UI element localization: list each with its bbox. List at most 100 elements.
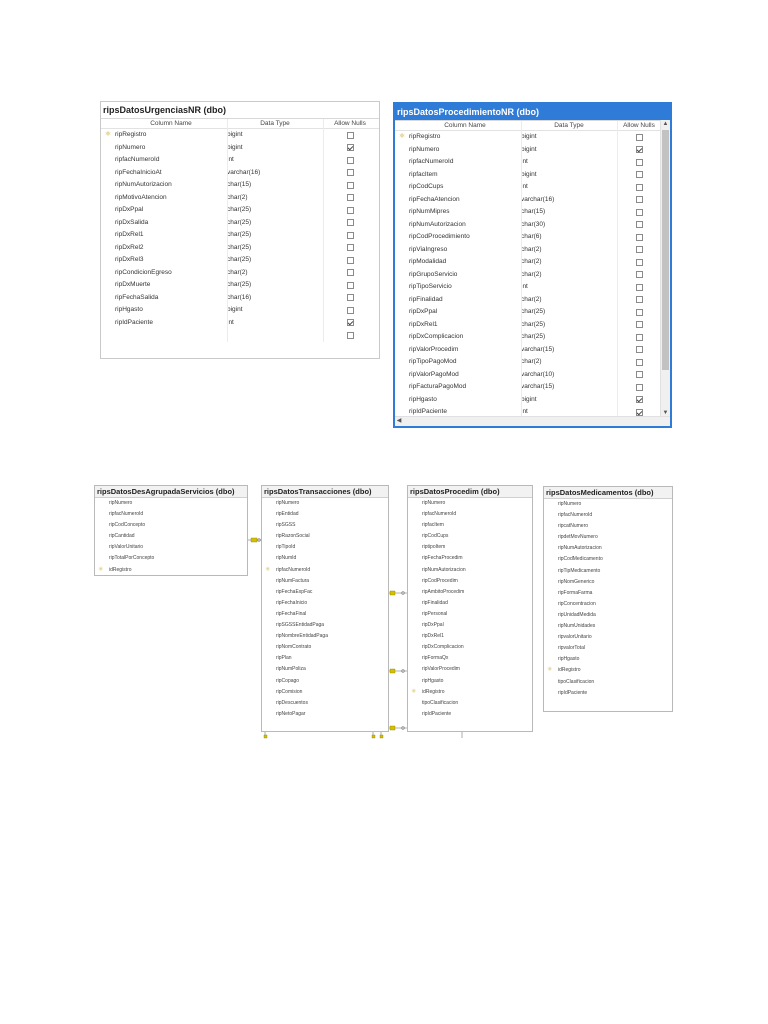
column-name-cell[interactable]: ripHgasto	[115, 304, 227, 317]
list-item[interactable]: ripfacNumeroId	[95, 509, 247, 520]
list-item[interactable]: ripPersonal	[408, 609, 532, 620]
data-type-cell[interactable]: char(2)	[227, 267, 323, 280]
list-item[interactable]: ripCopago	[262, 676, 388, 687]
table-row[interactable]: ripNumAutorizacion char(15)	[101, 179, 379, 192]
table-row[interactable]: ripDxPpal char(25)	[101, 204, 379, 217]
column-name-cell[interactable]: ripIdPaciente	[115, 317, 227, 330]
list-item[interactable]: ripFechaInicio	[262, 598, 388, 609]
checkbox-icon[interactable]	[635, 133, 643, 141]
column-name-cell[interactable]: ripDxRel1	[409, 319, 521, 332]
list-item[interactable]: ripComision	[262, 687, 388, 698]
column-name-cell[interactable]: ripHgasto	[409, 394, 521, 407]
table-row[interactable]: ripFacturaPagoMod varchar(15)	[395, 381, 670, 394]
data-type-cell[interactable]: char(2)	[521, 269, 617, 282]
column-name-cell[interactable]: ripDxRel2	[115, 242, 227, 255]
scrollbar-thumb[interactable]	[662, 130, 669, 370]
checkbox-icon[interactable]	[635, 233, 643, 241]
table-ripsDatosTransacciones[interactable]: ripsDatosTransacciones (dbo) ripNumero ri…	[261, 485, 389, 732]
data-type-cell[interactable]: char(2)	[521, 244, 617, 257]
table-ripsDatosDesAgrupadaServicios[interactable]: ripsDatosDesAgrupadaServicios (dbo) ripN…	[94, 485, 248, 576]
list-item[interactable]: ripIdPaciente	[544, 688, 672, 699]
checkbox-icon[interactable]	[346, 206, 354, 214]
table-row[interactable]: ripFechaInicioAt varchar(16)	[101, 167, 379, 180]
table-row[interactable]: ripCodProcedimiento char(6)	[395, 231, 670, 244]
column-name-cell[interactable]: ripCodCups	[409, 181, 521, 194]
column-name-cell[interactable]: ripFechaSalida	[115, 292, 227, 305]
list-item[interactable]: ripFormaQx	[408, 653, 532, 664]
table-row[interactable]: ripCodCups int	[395, 181, 670, 194]
table-row[interactable]: ripfacItem bigint	[395, 169, 670, 182]
column-name-cell[interactable]: ripDxComplicacion	[409, 331, 521, 344]
list-item[interactable]: ripNombreEntidadPaga	[262, 631, 388, 642]
table-row[interactable]: ripFechaSalida char(16)	[101, 292, 379, 305]
checkbox-icon[interactable]	[635, 158, 643, 166]
list-item[interactable]: ripNumero	[262, 498, 388, 509]
checkbox-icon[interactable]	[635, 308, 643, 316]
column-name-cell[interactable]: ripFechaInicioAt	[115, 167, 227, 180]
column-name-cell[interactable]: ripNumAutorizacion	[115, 179, 227, 192]
list-item[interactable]: ripcatNumero	[544, 521, 672, 532]
table-row[interactable]: ripDxRel1 char(25)	[395, 319, 670, 332]
column-name-cell[interactable]	[115, 329, 227, 342]
list-item[interactable]: ripvalorUnitario	[544, 632, 672, 643]
data-type-cell[interactable]: bigint	[521, 169, 617, 182]
list-item[interactable]: ripRazonSocial	[262, 531, 388, 542]
list-item[interactable]: ripCodConcepto	[95, 520, 247, 531]
horizontal-scrollbar[interactable]: ◀	[395, 416, 670, 426]
table-row[interactable]: ripNumMipres char(15)	[395, 206, 670, 219]
data-type-cell[interactable]: char(25)	[227, 204, 323, 217]
list-item[interactable]: ripNumero	[408, 498, 532, 509]
checkbox-icon[interactable]	[635, 271, 643, 279]
list-item[interactable]: ripConcentracion	[544, 599, 672, 610]
list-item[interactable]: ripEntidad	[262, 509, 388, 520]
table-row[interactable]: ripDxRel2 char(25)	[101, 242, 379, 255]
checkbox-icon[interactable]	[346, 256, 354, 264]
list-item[interactable]: ripNomGenerico	[544, 577, 672, 588]
list-item[interactable]: ripNumUnidades	[544, 621, 672, 632]
column-name-cell[interactable]: ripValorPagoMod	[409, 369, 521, 382]
column-name-cell[interactable]: ripNumMipres	[409, 206, 521, 219]
list-item[interactable]: ripPlan	[262, 653, 388, 664]
table-row[interactable]: ripHgasto bigint	[395, 394, 670, 407]
column-name-cell[interactable]: ripNumero	[115, 142, 227, 155]
data-type-cell[interactable]: bigint	[227, 142, 323, 155]
data-type-cell[interactable]: char(2)	[521, 356, 617, 369]
data-type-cell[interactable]: char(2)	[521, 256, 617, 269]
checkbox-icon[interactable]	[346, 231, 354, 239]
list-item[interactable]: ripNumPoliza	[262, 664, 388, 675]
table-row[interactable]: ripFinalidad char(2)	[395, 294, 670, 307]
data-type-cell[interactable]: bigint	[521, 144, 617, 157]
list-item[interactable]: ripValorProcedim	[408, 664, 532, 675]
table-row[interactable]: ripNumAutorizacion char(30)	[395, 219, 670, 232]
table-row[interactable]: ripDxRel3 char(25)	[101, 254, 379, 267]
data-type-cell[interactable]: int	[521, 281, 617, 294]
checkbox-icon[interactable]	[635, 208, 643, 216]
data-type-cell[interactable]: char(30)	[521, 219, 617, 232]
data-type-cell[interactable]: int	[521, 156, 617, 169]
column-name-cell[interactable]: ripDxMuerte	[115, 279, 227, 292]
checkbox-icon[interactable]	[346, 269, 354, 277]
list-item[interactable]: ripCodMedicamento	[544, 554, 672, 565]
data-type-cell[interactable]: char(25)	[521, 319, 617, 332]
table-ripsDatosMedicamentos[interactable]: ripsDatosMedicamentos (dbo) ripNumero rip…	[543, 486, 673, 712]
column-name-cell[interactable]: ripMotivoAtencion	[115, 192, 227, 205]
data-type-cell[interactable]: char(25)	[227, 279, 323, 292]
list-item[interactable]: ripValorUnitario	[95, 542, 247, 553]
column-name-cell[interactable]: ripfacNumeroId	[115, 154, 227, 167]
checkbox-icon[interactable]	[346, 219, 354, 227]
table-title[interactable]: ripsDatosTransacciones (dbo)	[262, 486, 388, 498]
checkbox-icon[interactable]	[346, 244, 354, 252]
scroll-up-icon[interactable]: ▲	[661, 120, 670, 128]
column-name-cell[interactable]: ripNumAutorizacion	[409, 219, 521, 232]
table-row[interactable]: ripDxSalida char(25)	[101, 217, 379, 230]
checkbox-icon[interactable]	[346, 331, 354, 339]
list-item[interactable]: riptipoItem	[408, 542, 532, 553]
list-item[interactable]: ripvalorTotal	[544, 643, 672, 654]
list-item[interactable]: ripDxRel1	[408, 631, 532, 642]
data-type-cell[interactable]: varchar(10)	[521, 369, 617, 382]
list-item[interactable]: ripDxPpal	[408, 620, 532, 631]
list-item[interactable]: ripdetMovNumero	[544, 532, 672, 543]
checkbox-icon[interactable]	[346, 181, 354, 189]
data-type-cell[interactable]: bigint	[521, 394, 617, 407]
data-type-cell[interactable]: char(25)	[227, 242, 323, 255]
